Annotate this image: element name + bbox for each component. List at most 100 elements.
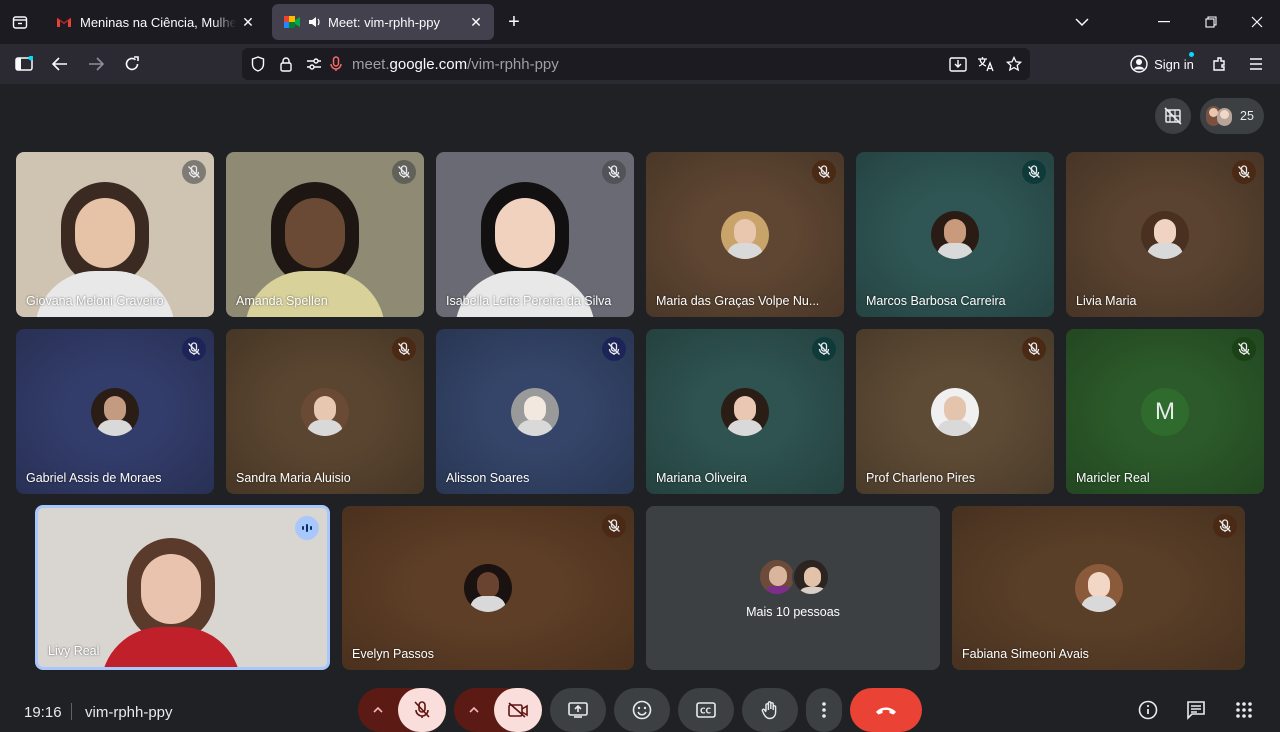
participant-tile[interactable]: Marcos Barbosa Carreira: [856, 152, 1054, 317]
leave-call-button[interactable]: [850, 688, 922, 732]
shield-icon[interactable]: [248, 54, 268, 74]
install-app-icon[interactable]: [948, 54, 968, 74]
participant-tile[interactable]: Isabella Leite Pereira da Silva: [436, 152, 634, 317]
mic-off-icon: [1213, 514, 1237, 538]
overflow-label: Mais 10 pessoas: [746, 605, 840, 619]
tab-gmail[interactable]: Meninas na Ciência, Mulheres na Computaç…: [44, 4, 266, 40]
gmail-icon: [56, 14, 72, 30]
new-tab-icon[interactable]: +: [502, 10, 526, 34]
mic-off-icon: [182, 337, 206, 361]
url-path: /vim-rphh-ppy: [467, 56, 559, 73]
tab-list-icon[interactable]: [8, 10, 32, 34]
captions-button[interactable]: CC: [678, 688, 734, 732]
translate-icon[interactable]: [976, 54, 996, 74]
url-text[interactable]: meet.google.com/vim-rphh-ppy: [352, 56, 559, 73]
participant-name: Evelyn Passos: [352, 647, 434, 661]
people-button[interactable]: 25: [1200, 98, 1264, 134]
mic-off-icon: [1232, 337, 1256, 361]
menu-icon[interactable]: [1242, 50, 1270, 78]
avatar: [1141, 210, 1189, 259]
participant-tile[interactable]: Giovana Meloni Craveiro: [16, 152, 214, 317]
participant-tile[interactable]: Prof Charleno Pires: [856, 329, 1054, 494]
participant-name: Gabriel Assis de Moraes: [26, 471, 162, 485]
hidden-tiles-button[interactable]: [1155, 98, 1191, 134]
microphone-in-use-icon[interactable]: [326, 54, 346, 74]
account-icon: [1130, 55, 1148, 73]
meeting-clock: 19:16: [24, 704, 62, 721]
participant-tile[interactable]: Livia Maria: [1066, 152, 1264, 317]
participant-name: Maricler Real: [1076, 471, 1150, 485]
overflow-avatar: [792, 558, 830, 596]
notification-dot: [1189, 52, 1194, 57]
overflow-avatar: [758, 558, 796, 596]
participant-name: Fabiana Simeoni Avais: [962, 647, 1089, 661]
mic-off-icon: [392, 160, 416, 184]
participant-tile[interactable]: Mariana Oliveira: [646, 329, 844, 494]
permissions-icon[interactable]: [304, 54, 324, 74]
url-prefix: meet.: [352, 56, 390, 73]
apps-grid-icon: [1236, 702, 1252, 718]
overflow-tile[interactable]: Mais 10 pessoas: [646, 506, 940, 670]
activities-button[interactable]: [1226, 688, 1262, 732]
participant-tile[interactable]: Fabiana Simeoni Avais: [952, 506, 1245, 670]
participant-tile[interactable]: Maria das Graças Volpe Nu...: [646, 152, 844, 317]
chat-button[interactable]: [1178, 688, 1214, 732]
participant-name: Giovana Meloni Craveiro: [26, 294, 164, 308]
participant-tile[interactable]: Livy Real: [35, 505, 330, 670]
avatar: [464, 564, 512, 612]
raise-hand-icon: [761, 701, 777, 720]
participant-name: Maria das Graças Volpe Nu...: [656, 294, 820, 308]
participant-name: Isabella Leite Pereira da Silva: [446, 294, 612, 308]
emoji-icon: [632, 700, 652, 720]
present-screen-button[interactable]: [550, 688, 606, 732]
close-tab-icon[interactable]: ✕: [236, 10, 260, 34]
hang-up-icon: [876, 707, 896, 715]
meeting-details-button[interactable]: [1130, 688, 1166, 732]
participant-name: Amanda Spellen: [236, 294, 328, 308]
microphone-control-group: [358, 688, 446, 732]
url-bar[interactable]: meet.google.com/vim-rphh-ppy: [242, 48, 1030, 80]
speaker-icon[interactable]: [308, 15, 322, 29]
participant-tile[interactable]: Gabriel Assis de Moraes: [16, 329, 214, 494]
participant-tile[interactable]: Amanda Spellen: [226, 152, 424, 317]
participant-tile[interactable]: Alisson Soares: [436, 329, 634, 494]
avatar: [301, 387, 349, 436]
camera-off-icon: [508, 702, 528, 718]
close-tab-icon[interactable]: ✕: [464, 10, 488, 34]
participant-tile[interactable]: Sandra Maria Aluisio: [226, 329, 424, 494]
sign-in-button[interactable]: Sign in: [1124, 48, 1200, 80]
camera-toggle-button[interactable]: [494, 688, 542, 732]
restore-icon[interactable]: [1197, 8, 1225, 36]
raise-hand-button[interactable]: [742, 688, 798, 732]
more-vert-icon: [822, 702, 826, 718]
lock-icon[interactable]: [276, 54, 296, 74]
participant-name: Livy Real: [48, 644, 100, 658]
mic-off-icon: [1022, 160, 1046, 184]
participant-name: Marcos Barbosa Carreira: [866, 294, 1006, 308]
video-options-chevron-icon[interactable]: [454, 707, 494, 713]
participant-tile[interactable]: Evelyn Passos: [342, 506, 634, 670]
audio-options-chevron-icon[interactable]: [358, 707, 398, 713]
participant-tile[interactable]: M Maricler Real: [1066, 329, 1264, 494]
extensions-icon[interactable]: [1206, 50, 1234, 78]
participants-avatars-icon: [1206, 104, 1232, 128]
microphone-toggle-button[interactable]: [398, 688, 446, 732]
mic-off-icon: [1232, 160, 1256, 184]
more-options-button[interactable]: [806, 688, 842, 732]
sidebar-toggle-icon[interactable]: [10, 50, 38, 78]
tab-meet[interactable]: Meet: vim-rphh-ppy ✕: [272, 4, 494, 40]
info-icon: [1138, 700, 1158, 720]
close-window-icon[interactable]: [1243, 8, 1271, 36]
tab-overflow-chevron-icon[interactable]: [1068, 8, 1096, 36]
minimize-icon[interactable]: [1150, 8, 1178, 36]
participant-name: Mariana Oliveira: [656, 471, 748, 485]
participant-count: 25: [1240, 109, 1254, 123]
reactions-button[interactable]: [614, 688, 670, 732]
avatar-letter: M: [1141, 387, 1189, 436]
participant-name: Livia Maria: [1076, 294, 1137, 308]
bookmark-star-icon[interactable]: [1004, 54, 1024, 74]
forward-icon[interactable]: [82, 50, 110, 78]
back-icon[interactable]: [46, 50, 74, 78]
camera-control-group: [454, 688, 542, 732]
reload-icon[interactable]: [118, 50, 146, 78]
